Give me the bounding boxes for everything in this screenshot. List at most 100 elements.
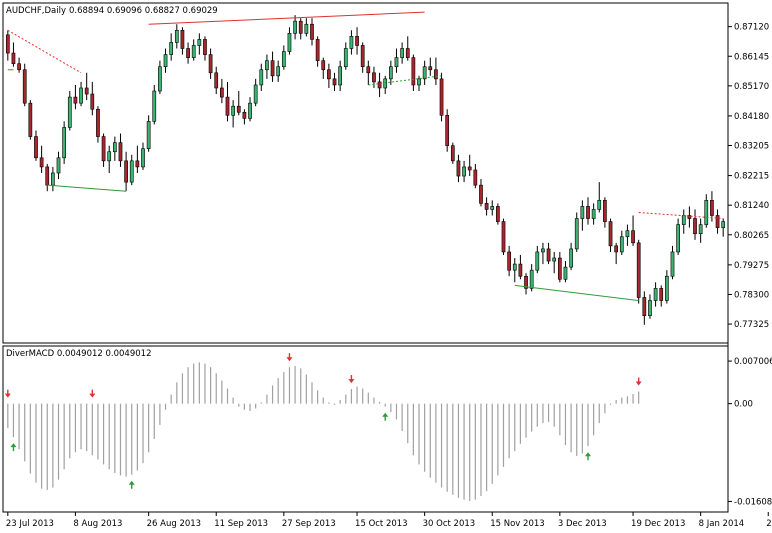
candle-body	[405, 48, 410, 58]
time-tick-label: 26 Aug 2013	[147, 519, 201, 529]
candle-body	[248, 102, 252, 119]
indicator-label: DiverMACD 0.0049012 0.0049012	[6, 349, 151, 359]
candle-body	[67, 96, 72, 128]
candle	[439, 72, 444, 122]
candle-body	[96, 108, 100, 137]
time-tick-label: 15 Oct 2013	[355, 519, 408, 529]
macd-tick-label: 0.00	[734, 400, 753, 410]
candle-body	[304, 23, 309, 34]
candle-body	[231, 105, 235, 116]
candle-body	[343, 48, 348, 68]
candle-body	[388, 66, 393, 80]
candle-body	[214, 72, 219, 89]
candle-body	[434, 69, 438, 80]
time-tick-label: 23 Jul 2013	[6, 519, 54, 529]
candle-body	[710, 200, 714, 216]
candle-body	[281, 51, 286, 68]
candle-body	[383, 78, 388, 89]
candle-body	[360, 45, 365, 68]
candle-body	[169, 42, 174, 55]
ohlc-label: 0.68894 0.69096 0.68827 0.69029	[69, 6, 218, 16]
candle-body	[574, 218, 579, 250]
candle-body	[310, 23, 314, 40]
candle-body	[529, 269, 534, 289]
candle-body	[45, 166, 50, 186]
candle-body	[642, 297, 647, 317]
macd-tick-label: 0.0070066	[734, 357, 772, 367]
candle-body	[608, 221, 613, 247]
candle-body	[203, 39, 207, 55]
candle-body	[586, 206, 590, 219]
candle-body	[456, 160, 461, 177]
candle	[62, 121, 66, 164]
candle-body	[107, 151, 112, 162]
candle-body	[445, 115, 450, 146]
candle-body	[450, 145, 455, 162]
candle-body	[580, 206, 585, 219]
candle-body	[242, 111, 247, 119]
price-tick-label: 0.83205	[734, 142, 769, 152]
time-tick-label: 27 Sep 2013	[282, 519, 336, 529]
candle-body	[28, 102, 33, 137]
candle-body	[135, 160, 140, 168]
candle-body	[225, 96, 230, 116]
candle-body	[73, 96, 78, 104]
candle-body	[653, 288, 658, 301]
candle-body	[90, 93, 95, 110]
candle-body	[563, 266, 568, 280]
candle-body	[665, 275, 669, 301]
candle-body	[681, 215, 686, 225]
candle-body	[158, 66, 162, 92]
macd-tick-label: -0.0160892	[734, 497, 772, 507]
candle-body	[479, 184, 483, 204]
candle-body	[518, 263, 523, 277]
symbol-label: AUDCHF,Daily	[6, 6, 66, 16]
candle-body	[62, 127, 66, 159]
candle-body	[552, 257, 557, 262]
candle-body	[124, 160, 128, 183]
candle-body	[79, 87, 83, 104]
candle-body	[462, 166, 466, 177]
candle-body	[394, 57, 399, 68]
candle-body	[315, 39, 320, 61]
candle-body	[659, 288, 664, 301]
candle-body	[220, 87, 224, 98]
candle-body	[670, 251, 675, 277]
candle	[22, 63, 27, 107]
candle-body	[512, 263, 517, 271]
candle-body	[428, 66, 433, 71]
candle-body	[355, 36, 359, 46]
candle-body	[648, 300, 652, 317]
candle-body	[208, 54, 213, 74]
candle	[152, 84, 157, 125]
price-tick-label: 0.87120	[734, 23, 769, 33]
price-tick-label: 0.84180	[734, 112, 769, 122]
candle-body	[591, 209, 596, 219]
candle-body	[422, 66, 427, 80]
price-tick-label: 0.80265	[734, 231, 769, 241]
candle-body	[366, 66, 371, 74]
candle-body	[535, 251, 540, 271]
candle-body	[236, 105, 241, 113]
price-tick-label: 0.77325	[734, 320, 769, 330]
candle-body	[141, 148, 145, 168]
chart-root: 0.87120 0.86145 0.85170 0.84180 0.83205 0.822…	[0, 0, 772, 533]
candle-body	[467, 166, 472, 171]
candle-body	[557, 257, 562, 280]
candle	[450, 142, 455, 164]
candle-body	[636, 242, 641, 298]
candle-body	[501, 221, 506, 253]
candle-body	[56, 157, 61, 174]
candle-body	[51, 172, 55, 186]
candle-body	[693, 218, 697, 235]
candle-body	[197, 39, 202, 46]
candle-body	[372, 72, 376, 83]
candle-body	[152, 90, 157, 122]
time-tick-label: 15 Nov 2013	[490, 519, 544, 529]
candle-body	[332, 78, 337, 86]
candle-body	[496, 206, 500, 222]
candle-body	[704, 200, 709, 225]
candle-body	[5, 34, 10, 54]
candle-body	[259, 69, 264, 86]
candle-body	[569, 248, 573, 268]
